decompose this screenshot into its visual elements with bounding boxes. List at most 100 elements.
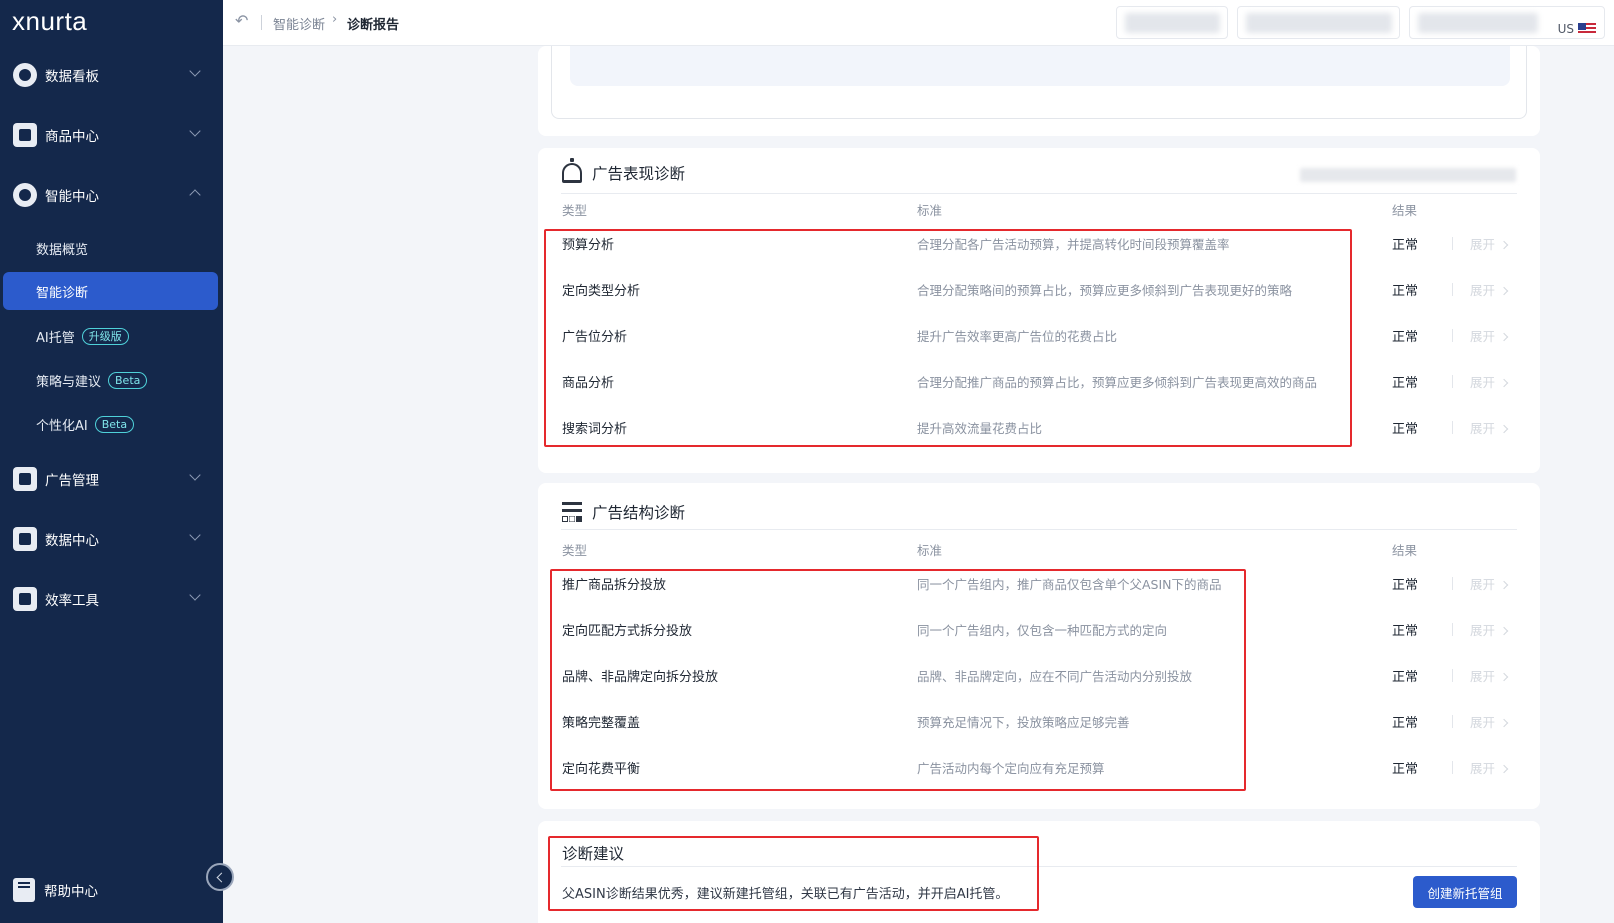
header-selector[interactable] bbox=[1237, 6, 1400, 39]
nav-group-ads[interactable]: 广告管理 bbox=[0, 457, 223, 501]
row-standard: 同一个广告组内，推广商品仅包含单个父ASIN下的商品 bbox=[917, 577, 1222, 592]
row-result: 正常 bbox=[1392, 376, 1419, 391]
sidebar-item-personal-ai[interactable]: 个性化AI Beta bbox=[0, 405, 223, 443]
chevron-down-icon bbox=[189, 469, 201, 481]
row-result: 正常 bbox=[1392, 330, 1419, 345]
chevron-down-icon bbox=[189, 589, 201, 601]
nav-group-label: 数据中心 bbox=[45, 533, 99, 549]
breadcrumb-parent[interactable]: 智能诊断 bbox=[273, 14, 325, 33]
sidebar-item-label: 智能诊断 bbox=[36, 285, 89, 301]
section-title: 广告表现诊断 bbox=[562, 158, 685, 184]
table-row: 定向匹配方式拆分投放 同一个广告组内，仅包含一种匹配方式的定向 正常 展开 bbox=[538, 606, 1540, 652]
sidebar-item-data-overview[interactable]: 数据概览 bbox=[0, 229, 223, 267]
nav-group-label: 智能中心 bbox=[45, 189, 99, 205]
top-card bbox=[538, 46, 1540, 136]
divider bbox=[561, 866, 1517, 867]
sidebar-item-smart-diagnosis[interactable]: 智能诊断 bbox=[3, 272, 218, 310]
nav-group-label: 数据看板 bbox=[45, 69, 99, 85]
breadcrumb-divider bbox=[261, 15, 262, 30]
divider bbox=[1452, 283, 1453, 296]
row-result: 正常 bbox=[1392, 670, 1419, 685]
row-result: 正常 bbox=[1392, 422, 1419, 437]
expand-link[interactable]: 展开 bbox=[1470, 712, 1507, 731]
suggestion-text: 父ASIN诊断结果优秀，建议新建托管组，关联已有广告活动，并开启AI托管。 bbox=[562, 887, 1009, 902]
row-standard: 预算充足情况下，投放策略应足够完善 bbox=[917, 715, 1130, 730]
sidebar: xnurta 数据看板 商品中心 智能中心 数据概览 智能诊断 AI托管 升级版… bbox=[0, 0, 223, 923]
redacted-block bbox=[1246, 13, 1392, 33]
nav-group-data-center[interactable]: 数据中心 bbox=[0, 517, 223, 561]
row-standard: 同一个广告组内，仅包含一种匹配方式的定向 bbox=[917, 623, 1168, 638]
row-standard: 合理分配各广告活动预算，并提高转化时间段预算覆盖率 bbox=[917, 237, 1230, 252]
app-logo[interactable]: xnurta bbox=[12, 6, 87, 37]
nav-group-dashboard[interactable]: 数据看板 bbox=[0, 53, 223, 97]
divider bbox=[1452, 237, 1453, 250]
collapse-sidebar-button[interactable] bbox=[206, 863, 234, 891]
expand-link[interactable]: 展开 bbox=[1470, 234, 1507, 253]
header-selector[interactable] bbox=[1116, 6, 1228, 39]
redacted-block bbox=[1125, 13, 1220, 33]
redacted-block bbox=[1300, 168, 1516, 182]
divider bbox=[1452, 761, 1453, 774]
col-header-type: 类型 bbox=[562, 543, 588, 558]
row-type: 推广商品拆分投放 bbox=[562, 578, 667, 593]
back-icon[interactable]: ↶ bbox=[235, 13, 251, 29]
row-result: 正常 bbox=[1392, 762, 1419, 777]
table-row: 定向花费平衡 广告活动内每个定向应有充足预算 正常 展开 bbox=[538, 744, 1540, 790]
table-row: 策略完整覆盖 预算充足情况下，投放策略应足够完善 正常 展开 bbox=[538, 698, 1540, 744]
nav-group-products[interactable]: 商品中心 bbox=[0, 113, 223, 157]
table-row: 广告位分析 提升广告效率更高广告位的花费占比 正常 展开 bbox=[538, 312, 1540, 358]
divider bbox=[1452, 375, 1453, 388]
breadcrumb-chevron-icon: › bbox=[332, 12, 338, 27]
row-standard: 广告活动内每个定向应有充足预算 bbox=[917, 761, 1105, 776]
chevron-up-icon bbox=[189, 189, 201, 201]
create-managed-group-button[interactable]: 创建新托管组 bbox=[1413, 876, 1517, 908]
row-result: 正常 bbox=[1392, 238, 1419, 253]
help-center[interactable]: 帮助中心 bbox=[0, 868, 223, 912]
top-card-fill bbox=[570, 46, 1510, 86]
nav-group-intelligence[interactable]: 智能中心 bbox=[0, 173, 223, 217]
region-selector[interactable]: US bbox=[1409, 6, 1605, 39]
redacted-block bbox=[1418, 13, 1538, 33]
row-result: 正常 bbox=[1392, 624, 1419, 639]
table-row: 定向类型分析 合理分配策略间的预算占比，预算应更多倾斜到广告表现更好的策略 正常… bbox=[538, 266, 1540, 312]
top-header: ↶ 智能诊断 › 诊断报告 US bbox=[223, 0, 1614, 46]
sidebar-item-strategy[interactable]: 策略与建议 Beta bbox=[0, 361, 223, 399]
expand-link[interactable]: 展开 bbox=[1470, 574, 1507, 593]
nav-group-label: 效率工具 bbox=[45, 593, 99, 609]
gauge-icon bbox=[13, 63, 37, 87]
col-header-standard: 标准 bbox=[917, 203, 943, 218]
row-standard: 提升高效流量花费占比 bbox=[917, 421, 1043, 436]
section-title-text: 广告结构诊断 bbox=[592, 504, 686, 522]
sidebar-item-ai-managed[interactable]: AI托管 升级版 bbox=[0, 317, 223, 355]
table-row: 推广商品拆分投放 同一个广告组内，推广商品仅包含单个父ASIN下的商品 正常 展… bbox=[538, 560, 1540, 606]
alarm-icon bbox=[562, 158, 582, 183]
divider bbox=[561, 529, 1517, 530]
divider bbox=[1452, 577, 1453, 590]
expand-link[interactable]: 展开 bbox=[1470, 758, 1507, 777]
divider bbox=[1452, 623, 1453, 636]
row-type: 定向花费平衡 bbox=[562, 762, 641, 777]
chevron-down-icon bbox=[189, 529, 201, 541]
row-type: 商品分析 bbox=[562, 376, 615, 391]
divider bbox=[561, 193, 1517, 194]
sidebar-item-label: 策略与建议 bbox=[36, 374, 102, 390]
table-row: 商品分析 合理分配推广商品的预算占比，预算应更多倾斜到广告表现更高效的商品 正常… bbox=[538, 358, 1540, 404]
expand-link[interactable]: 展开 bbox=[1470, 372, 1507, 391]
nav-group-tools[interactable]: 效率工具 bbox=[0, 577, 223, 621]
expand-link[interactable]: 展开 bbox=[1470, 326, 1507, 345]
expand-link[interactable]: 展开 bbox=[1470, 666, 1507, 685]
col-header-result: 结果 bbox=[1392, 203, 1418, 218]
sidebar-item-label: AI托管 bbox=[36, 330, 75, 346]
row-standard: 合理分配策略间的预算占比，预算应更多倾斜到广告表现更好的策略 bbox=[917, 283, 1293, 298]
col-header-type: 类型 bbox=[562, 203, 588, 218]
expand-link[interactable]: 展开 bbox=[1470, 418, 1507, 437]
cubes-icon bbox=[13, 123, 37, 147]
sidebar-item-label: 数据概览 bbox=[36, 242, 89, 258]
expand-link[interactable]: 展开 bbox=[1470, 620, 1507, 639]
expand-link[interactable]: 展开 bbox=[1470, 280, 1507, 299]
beta-tag: Beta bbox=[94, 415, 135, 433]
row-type: 预算分析 bbox=[562, 238, 615, 253]
table-row: 搜索词分析 提升高效流量花费占比 正常 展开 bbox=[538, 404, 1540, 450]
row-type: 定向类型分析 bbox=[562, 284, 641, 299]
ads-icon bbox=[13, 467, 37, 491]
